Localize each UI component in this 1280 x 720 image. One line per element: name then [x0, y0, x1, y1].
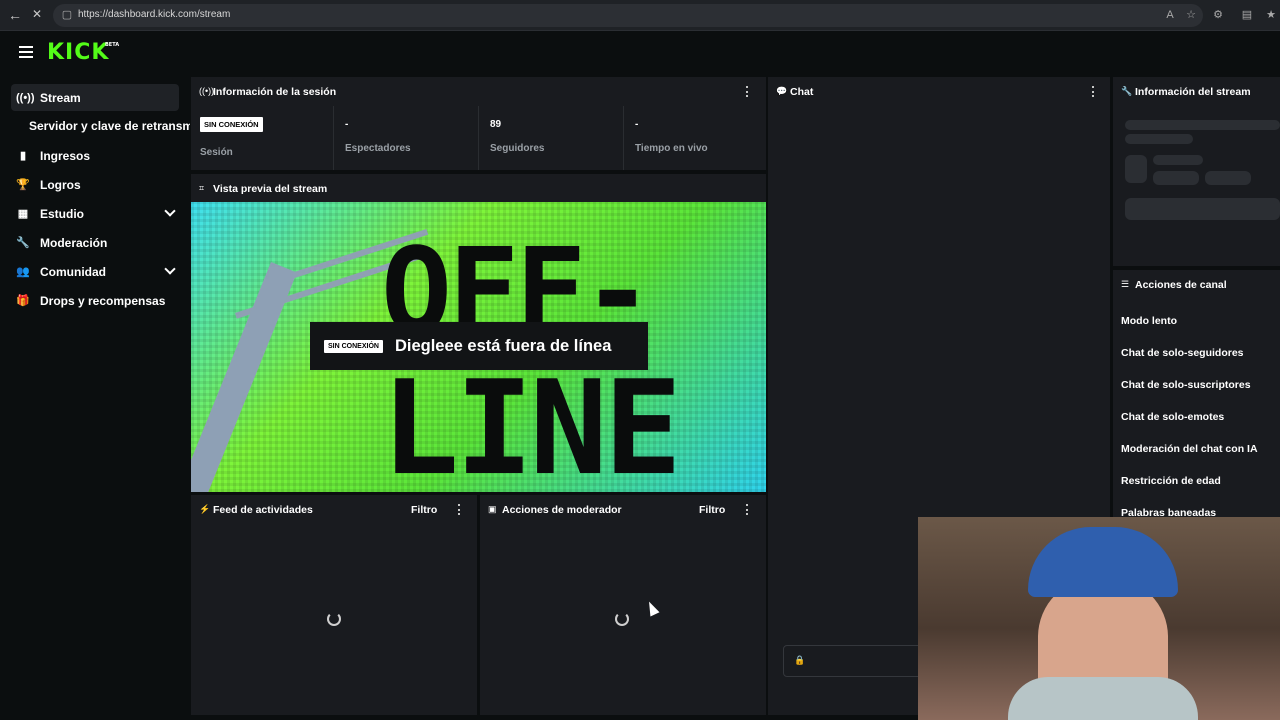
- status-badge: SIN CONEXIÓN: [324, 339, 383, 353]
- viewers-label: Espectadores: [345, 143, 411, 154]
- action-emotes-only[interactable]: Chat de solo-emotes: [1121, 411, 1224, 423]
- read-aloud-icon[interactable]: A: [1163, 8, 1177, 22]
- status-badge: SIN CONEXIÓN: [200, 117, 263, 132]
- wrench-icon: 🔧: [1121, 86, 1133, 96]
- sidebar-item-label: Moderación: [40, 235, 108, 250]
- collections-icon[interactable]: ▤: [1240, 8, 1254, 22]
- skeleton-pill: [1153, 171, 1199, 185]
- session-label: Sesión: [200, 147, 233, 158]
- shirt: [1008, 677, 1198, 720]
- sidebar-item-label: Logros: [40, 177, 81, 192]
- stream-preview-header: ⌗ Vista previa del stream: [191, 174, 766, 202]
- skeleton-block: [1125, 155, 1147, 183]
- webcam-overlay: [918, 517, 1280, 720]
- divider: [623, 106, 624, 170]
- sidebar-item-label: Estudio: [40, 206, 84, 221]
- panel-title: Información del stream: [1135, 86, 1251, 98]
- viewers-value: -: [345, 119, 349, 130]
- favorite-icon[interactable]: ☆: [1184, 8, 1198, 22]
- skeleton-line: [1125, 120, 1280, 130]
- more-options-icon[interactable]: [458, 504, 461, 515]
- site-info-icon[interactable]: ▢: [60, 8, 74, 22]
- menu-icon[interactable]: [19, 46, 33, 58]
- offline-overlay: SIN CONEXIÓN Diegleee está fuera de líne…: [310, 322, 648, 370]
- sidebar-item-label: Drops y recompensas: [40, 293, 166, 308]
- sidebar-item-label: Stream: [40, 90, 81, 105]
- stream-info-panel: 🔧 Información del stream: [1113, 77, 1280, 266]
- people-icon: 👥: [16, 266, 30, 278]
- sidebar-item-estudio[interactable]: ▦ Estudio: [11, 200, 179, 227]
- panel-title: Chat: [790, 86, 814, 98]
- top-bar: KICK BETA: [0, 31, 1280, 76]
- gift-icon: 🎁: [16, 295, 30, 307]
- extensions-icon[interactable]: ⚙: [1211, 8, 1225, 22]
- panel-title: Vista previa del stream: [213, 183, 328, 195]
- wrench-icon: 🔧: [16, 237, 30, 249]
- action-subscribers-only[interactable]: Chat de solo-suscriptores: [1121, 379, 1251, 391]
- beta-tag: BETA: [105, 42, 120, 48]
- bar-chart-icon: ▮: [19, 150, 27, 162]
- offline-word-bottom: LINE: [381, 352, 682, 492]
- chat-bubble-icon: 💬: [776, 86, 788, 96]
- shield-icon: ▣: [488, 504, 497, 514]
- panel-title: Acciones de canal: [1135, 279, 1227, 291]
- back-icon[interactable]: ←: [8, 7, 22, 23]
- panel-title: Acciones de moderador: [502, 504, 622, 516]
- lightning-icon: ⚡: [199, 504, 211, 514]
- live-time-label: Tiempo en vivo: [635, 143, 708, 154]
- action-ai-moderation[interactable]: Moderación del chat con IA: [1121, 443, 1258, 455]
- preview-icon: ⌗: [199, 183, 205, 193]
- sidebar-item-comunidad[interactable]: 👥 Comunidad: [11, 258, 179, 285]
- more-options-icon[interactable]: [746, 86, 749, 97]
- sidebar-item-logros[interactable]: 🏆 Logros: [11, 171, 179, 198]
- sidebar-item-moderacion[interactable]: 🔧 Moderación: [11, 229, 179, 256]
- action-slow-mode[interactable]: Modo lento: [1121, 315, 1177, 327]
- action-followers-only[interactable]: Chat de solo-seguidores: [1121, 347, 1244, 359]
- offline-message: Diegleee está fuera de línea: [394, 336, 612, 355]
- chat-input[interactable]: 🔒: [783, 645, 923, 677]
- mod-actions-panel: ▣ Acciones de moderador Filtro: [480, 495, 766, 715]
- loading-icon[interactable]: ✕: [32, 7, 42, 21]
- action-age-restriction[interactable]: Restricción de edad: [1121, 475, 1221, 487]
- trophy-icon: 🏆: [16, 179, 30, 191]
- loading-spinner: [327, 612, 341, 626]
- sidebar-item-label: Ingresos: [40, 148, 91, 163]
- sidebar-item-drops[interactable]: 🎁 Drops y recompensas: [11, 287, 179, 314]
- filter-button[interactable]: Filtro: [699, 504, 725, 516]
- panel-title: Información de la sesión: [213, 86, 337, 98]
- activity-feed-panel: ⚡ Feed de actividades Filtro: [191, 495, 477, 715]
- live-time-value: -: [635, 119, 639, 130]
- skeleton-bar: [1125, 198, 1280, 220]
- kick-logo[interactable]: KICK BETA: [47, 40, 119, 65]
- sidebar-item-label: Comunidad: [40, 264, 106, 279]
- sidebar-item-stream[interactable]: ((•)) Stream: [11, 84, 179, 111]
- logo-text: KICK: [47, 40, 110, 65]
- layout-icon: ▦: [17, 208, 29, 220]
- chevron-down-icon: [164, 205, 176, 217]
- skeleton-pill: [1205, 171, 1251, 185]
- filter-button[interactable]: Filtro: [411, 504, 437, 516]
- lock-icon: 🔒: [794, 655, 806, 665]
- divider: [478, 106, 479, 170]
- url-text: https://dashboard.kick.com/stream: [78, 9, 231, 20]
- list-icon: ☰: [1121, 279, 1130, 289]
- broadcast-icon: ((•)): [16, 91, 35, 104]
- followers-label: Seguidores: [490, 143, 545, 154]
- more-options-icon[interactable]: [1092, 86, 1095, 97]
- followers-value: 89: [490, 119, 502, 130]
- panel-title: Feed de actividades: [213, 504, 313, 516]
- divider: [333, 106, 334, 170]
- chevron-down-icon: [164, 263, 176, 275]
- broadcast-icon: ((•)): [199, 86, 215, 96]
- favorites-bar-icon[interactable]: ★: [1264, 8, 1278, 22]
- skeleton-line: [1153, 155, 1203, 165]
- skeleton-line: [1125, 134, 1193, 144]
- loading-spinner: [615, 612, 629, 626]
- more-options-icon[interactable]: [746, 504, 749, 515]
- sidebar-item-server-key[interactable]: Servidor y clave de retransmisión: [29, 119, 190, 133]
- browser-toolbar: ← ✕ ▢ https://dashboard.kick.com/stream …: [0, 0, 1280, 31]
- sidebar-item-ingresos[interactable]: ▮ Ingresos: [11, 142, 179, 169]
